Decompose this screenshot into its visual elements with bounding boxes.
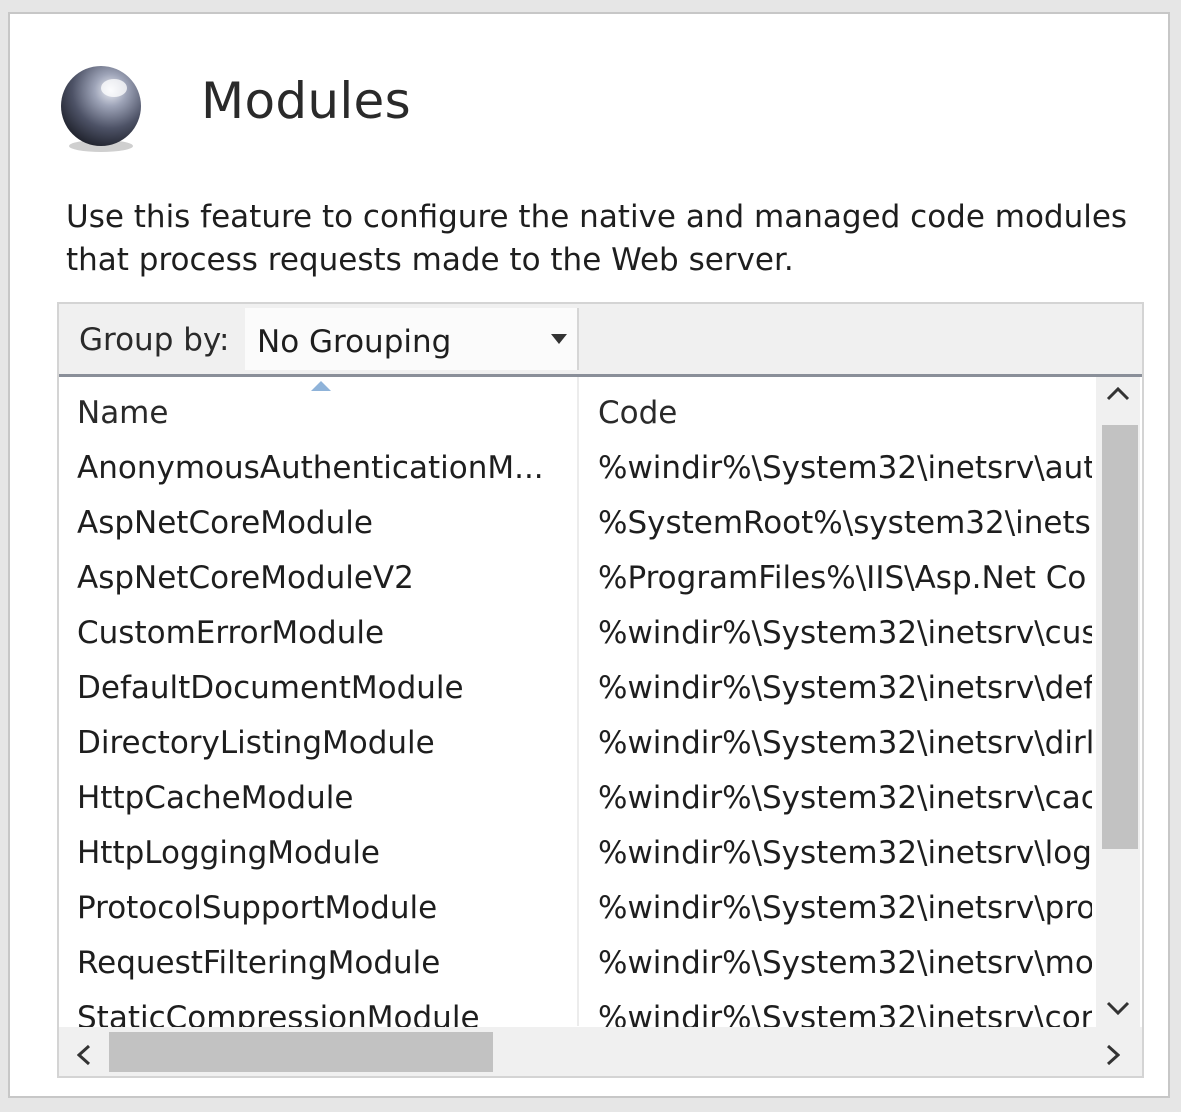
table-row[interactable]: HttpLoggingModule %windir%\System32\inet… bbox=[59, 828, 1096, 883]
module-code: %windir%\System32\inetsrv\log bbox=[598, 835, 1092, 871]
module-name: CustomErrorModule bbox=[77, 615, 385, 651]
module-code: %windir%\System32\inetsrv\cor bbox=[598, 1000, 1092, 1027]
vertical-scroll-thumb[interactable] bbox=[1102, 425, 1138, 849]
vertical-scrollbar[interactable] bbox=[1096, 377, 1140, 1027]
table-body: AnonymousAuthenticationM... %windir%\Sys… bbox=[59, 443, 1096, 1027]
column-header-label: Name bbox=[77, 395, 169, 431]
module-code: %windir%\System32\inetsrv\dirl bbox=[598, 725, 1092, 761]
module-code: %SystemRoot%\system32\inetsr bbox=[598, 505, 1092, 541]
table-row[interactable]: CustomErrorModule %windir%\System32\inet… bbox=[59, 608, 1096, 663]
scroll-down-arrow-icon[interactable] bbox=[1106, 1001, 1130, 1015]
table-row[interactable]: AnonymousAuthenticationM... %windir%\Sys… bbox=[59, 443, 1096, 498]
module-name: AspNetCoreModuleV2 bbox=[77, 560, 414, 596]
module-code: %windir%\System32\inetsrv\pro bbox=[598, 890, 1092, 926]
group-by-dropdown[interactable]: No Grouping bbox=[245, 308, 579, 370]
module-name: StaticCompressionModule bbox=[77, 1000, 480, 1027]
modules-list: Group by: No Grouping Name Code Anonymou… bbox=[57, 302, 1144, 1078]
column-header-name[interactable]: Name bbox=[59, 377, 577, 443]
module-name: HttpCacheModule bbox=[77, 780, 354, 816]
scroll-left-arrow-icon[interactable] bbox=[77, 1044, 91, 1066]
table-row[interactable]: StaticCompressionModule %windir%\System3… bbox=[59, 993, 1096, 1027]
module-name: AnonymousAuthenticationM... bbox=[77, 450, 544, 486]
module-name: DirectoryListingModule bbox=[77, 725, 435, 761]
column-header-code[interactable]: Code bbox=[579, 377, 1096, 443]
table-row[interactable]: DirectoryListingModule %windir%\System32… bbox=[59, 718, 1096, 773]
module-code: %windir%\System32\inetsrv\cus bbox=[598, 615, 1092, 651]
module-code: %ProgramFiles%\IIS\Asp.Net Co bbox=[598, 560, 1087, 596]
module-name: HttpLoggingModule bbox=[77, 835, 381, 871]
module-code: %windir%\System32\inetsrv\aut bbox=[598, 450, 1092, 486]
group-by-value: No Grouping bbox=[257, 324, 452, 360]
table-row[interactable]: HttpCacheModule %windir%\System32\inetsr… bbox=[59, 773, 1096, 828]
page-title: Modules bbox=[201, 72, 411, 130]
module-name: RequestFilteringModule bbox=[77, 945, 441, 981]
modules-sphere-icon bbox=[56, 62, 146, 154]
scroll-up-arrow-icon[interactable] bbox=[1106, 387, 1130, 401]
module-name: AspNetCoreModule bbox=[77, 505, 373, 541]
module-code: %windir%\System32\inetsrv\cac bbox=[598, 780, 1092, 816]
modules-panel: Modules Use this feature to configure th… bbox=[8, 12, 1170, 1098]
sort-ascending-icon bbox=[311, 381, 331, 391]
group-by-toolbar: Group by: No Grouping bbox=[59, 304, 1142, 377]
table-row[interactable]: ProtocolSupportModule %windir%\System32\… bbox=[59, 883, 1096, 938]
chevron-down-icon bbox=[551, 334, 567, 344]
table-row[interactable]: DefaultDocumentModule %windir%\System32\… bbox=[59, 663, 1096, 718]
table-row[interactable]: RequestFilteringModule %windir%\System32… bbox=[59, 938, 1096, 993]
page-description: Use this feature to configure the native… bbox=[66, 199, 1128, 278]
scroll-right-arrow-icon[interactable] bbox=[1106, 1044, 1120, 1066]
table-row[interactable]: AspNetCoreModuleV2 %ProgramFiles%\IIS\As… bbox=[59, 553, 1096, 608]
column-header-label: Code bbox=[598, 395, 678, 431]
module-code: %windir%\System32\inetsrv\def bbox=[598, 670, 1092, 706]
module-name: DefaultDocumentModule bbox=[77, 670, 464, 706]
module-code: %windir%\System32\inetsrv\mo bbox=[598, 945, 1092, 981]
module-name: ProtocolSupportModule bbox=[77, 890, 438, 926]
horizontal-scrollbar[interactable] bbox=[59, 1027, 1142, 1076]
group-by-label: Group by: bbox=[79, 322, 230, 358]
table-row[interactable]: AspNetCoreModule %SystemRoot%\system32\i… bbox=[59, 498, 1096, 553]
horizontal-scroll-thumb[interactable] bbox=[109, 1032, 493, 1072]
